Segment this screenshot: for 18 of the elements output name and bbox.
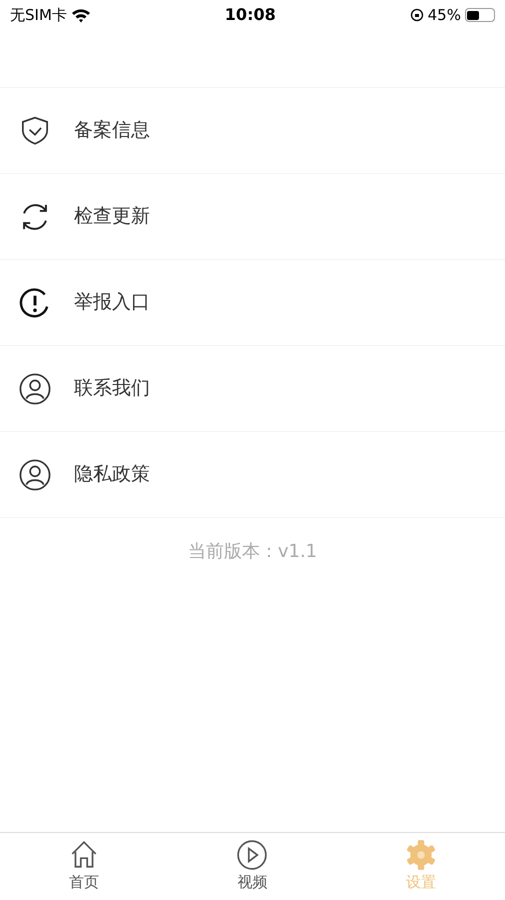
menu-item[interactable]: 检查更新 [0, 174, 505, 260]
play-icon [236, 839, 268, 871]
menu-item[interactable]: 隐私政策 [0, 432, 505, 518]
tab-item[interactable]: 首页 [0, 833, 168, 900]
person-icon [18, 458, 52, 492]
tab-item[interactable]: 视频 [168, 833, 337, 900]
carrier-name: 无SIM卡 [10, 4, 67, 26]
version-text: 当前版本：v1.1 [186, 540, 318, 564]
rotation-lock-icon [410, 8, 424, 22]
settings-icon [404, 839, 437, 871]
clock-time: 10:08 [224, 4, 276, 26]
menu-item[interactable]: 联系我们 [0, 346, 505, 432]
battery-icon [464, 8, 495, 22]
menu-item[interactable]: 备案信息 [0, 88, 505, 174]
person-icon [18, 372, 52, 406]
wifi-icon [70, 8, 91, 22]
menu-item[interactable]: 举报入口 [0, 260, 505, 346]
battery-percent: 45% [428, 4, 461, 26]
